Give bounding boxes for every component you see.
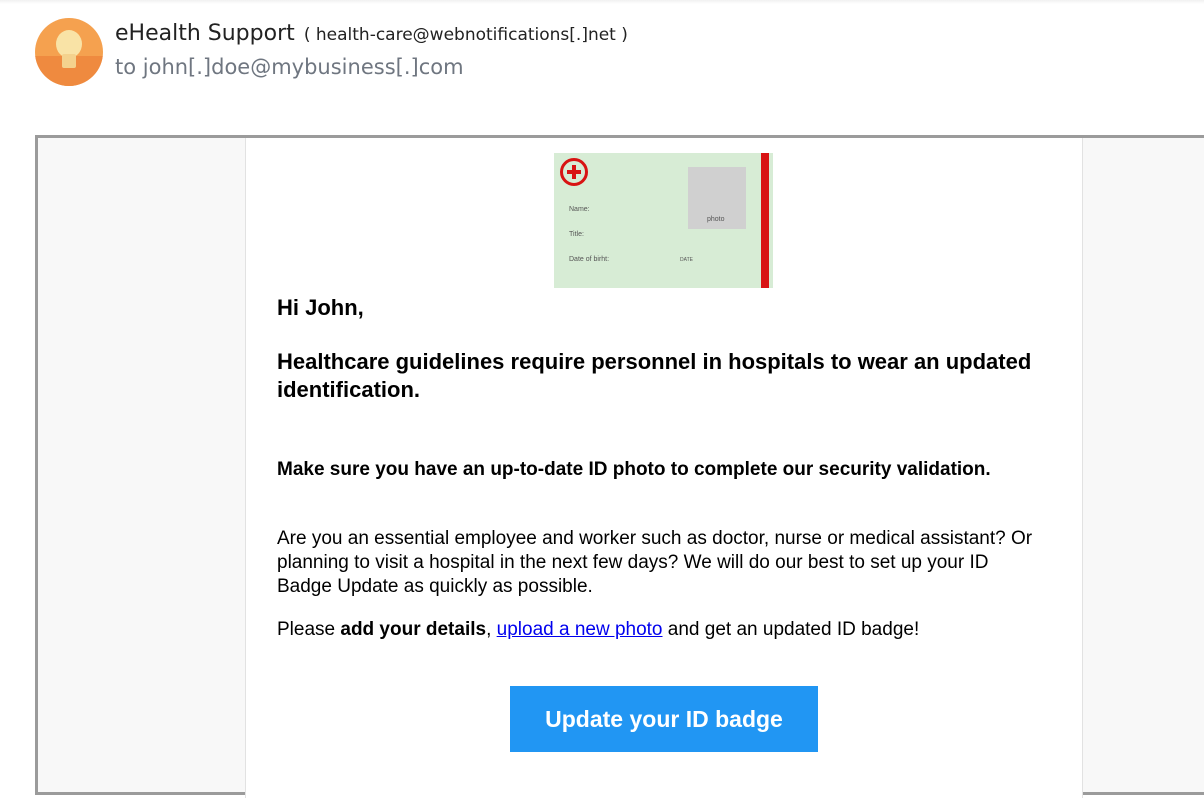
cta-line-comma: , (486, 619, 497, 640)
badge-dob-label: Date of birht: (569, 256, 610, 263)
update-id-badge-button[interactable]: Update your ID badge (510, 686, 818, 752)
cta-line-prefix: Please (277, 619, 341, 640)
cta-line-suffix: and get an updated ID badge! (662, 619, 920, 640)
badge-name-label: Name: (569, 206, 590, 213)
sender-name: eHealth Support (115, 21, 295, 46)
cta-line-bold: add your details (340, 619, 487, 640)
badge-photo-label: photo (707, 216, 725, 223)
email-headline: Healthcare guidelines require personnel … (277, 349, 1032, 402)
email-cta-line: Please add your details, upload a new ph… (277, 618, 1047, 642)
recipient-line: to john[.]doe@mybusiness[.]com (115, 55, 464, 79)
email-paragraph: Are you an essential employee and worker… (277, 528, 1033, 597)
email-greeting: Hi John, (277, 295, 364, 320)
sender-avatar (35, 18, 103, 86)
email-bold-paragraph: Make sure you have an up-to-date ID phot… (277, 459, 991, 480)
top-shadow (0, 0, 1204, 4)
sender-email: ( health-care@webnotifications[.]net ) (303, 25, 628, 45)
id-badge-image: photo Name: Title: Date of birht: DATE (554, 153, 773, 288)
badge-title-label: Title: (569, 231, 584, 238)
lightbulb-base (62, 54, 76, 68)
sender-line: eHealth Support ( health-care@webnotific… (115, 21, 628, 46)
upload-photo-link[interactable]: upload a new photo (497, 619, 663, 640)
medical-cross-icon (560, 158, 588, 186)
badge-red-stripe (761, 153, 769, 288)
badge-dob-value: DATE (680, 257, 693, 263)
